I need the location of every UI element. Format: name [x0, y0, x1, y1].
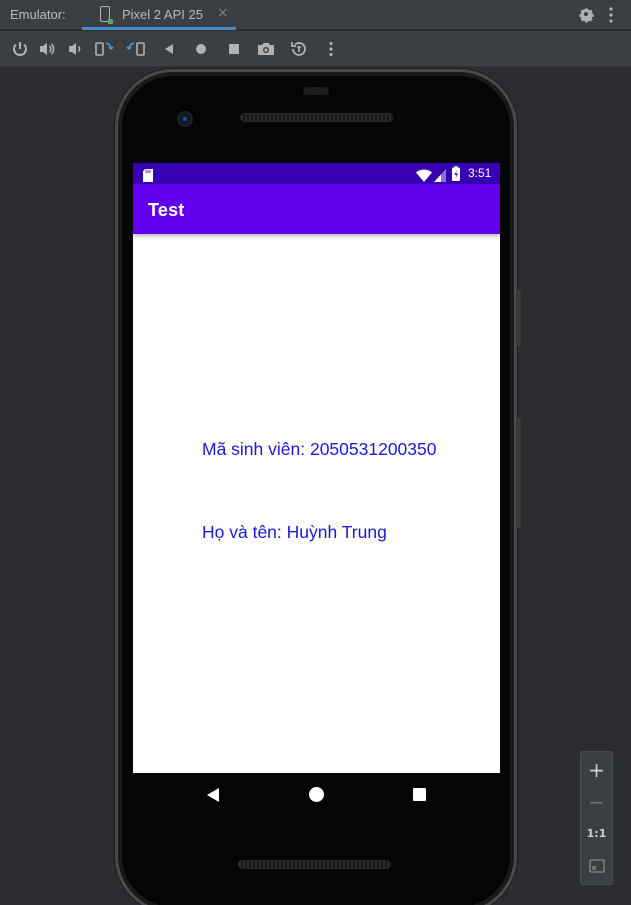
battery-icon: [452, 166, 460, 181]
snapshot-button[interactable]: [289, 39, 309, 59]
device-screen[interactable]: 3:51 Test Mã sinh viên: 2050531200350 Họ…: [133, 163, 500, 773]
rotate-left-icon: [95, 42, 114, 56]
earpiece-speaker: [240, 113, 393, 122]
power-icon: [13, 42, 27, 56]
status-bar: 3:51: [133, 163, 500, 184]
more-vertical-icon: [329, 41, 333, 57]
camera-icon: [258, 43, 274, 55]
overview-button[interactable]: [224, 39, 244, 59]
tab-label: Pixel 2 API 25: [122, 7, 203, 22]
more-icon[interactable]: [603, 6, 619, 24]
volume-down-button[interactable]: [65, 39, 85, 59]
settings-icon[interactable]: [577, 5, 595, 23]
emulator-tool-window-header: Emulator: Pixel 2 API 25 ×: [0, 0, 631, 30]
zoom-controls: + − 1:1: [580, 751, 613, 885]
zoom-in-button[interactable]: +: [581, 754, 612, 786]
nav-back-icon[interactable]: [206, 787, 220, 803]
volume-side-button[interactable]: [516, 418, 521, 528]
back-triangle-icon: [165, 44, 173, 54]
emulator-toolbar: [0, 31, 631, 67]
volume-up-icon: [40, 43, 55, 55]
power-button[interactable]: [10, 39, 30, 59]
bottom-speaker: [238, 860, 391, 869]
zoom-out-button[interactable]: −: [581, 786, 612, 818]
screenshot-button[interactable]: [256, 39, 276, 59]
rotate-right-icon: [126, 42, 145, 56]
volume-down-icon: [69, 43, 81, 55]
status-clock: 3:51: [468, 166, 492, 180]
power-side-button[interactable]: [516, 290, 521, 346]
rotate-right-button[interactable]: [126, 39, 146, 59]
wifi-icon: [416, 167, 432, 182]
home-button[interactable]: [191, 39, 211, 59]
tab-pixel-2-api-25[interactable]: Pixel 2 API 25 ×: [82, 0, 236, 30]
rotate-left-button[interactable]: [94, 39, 114, 59]
overview-square-icon: [229, 44, 239, 54]
proximity-sensor: [303, 87, 329, 95]
more-button[interactable]: [321, 39, 341, 59]
sd-card-icon: [143, 167, 153, 182]
home-circle-icon: [196, 44, 206, 54]
signal-icon: [434, 167, 446, 182]
volume-up-button[interactable]: [37, 39, 57, 59]
student-name-text: Họ và tên: Huỳnh Trung: [202, 522, 387, 542]
snapshot-icon: [291, 42, 306, 56]
back-button[interactable]: [159, 39, 179, 59]
nav-home-icon[interactable]: [309, 787, 324, 802]
app-title: Test: [148, 200, 185, 220]
app-bar: Test: [133, 184, 500, 234]
actual-size-button[interactable]: 1:1: [581, 818, 612, 850]
fit-screen-button[interactable]: [581, 851, 612, 883]
front-camera-icon: [177, 111, 193, 127]
device-icon: [100, 6, 113, 24]
tab-close-icon[interactable]: ×: [217, 5, 229, 21]
fit-screen-icon: [588, 859, 605, 873]
student-id-text: Mã sinh viên: 2050531200350: [202, 439, 437, 459]
nav-recent-apps-icon[interactable]: [413, 788, 426, 801]
emulator-label: Emulator:: [10, 7, 66, 22]
